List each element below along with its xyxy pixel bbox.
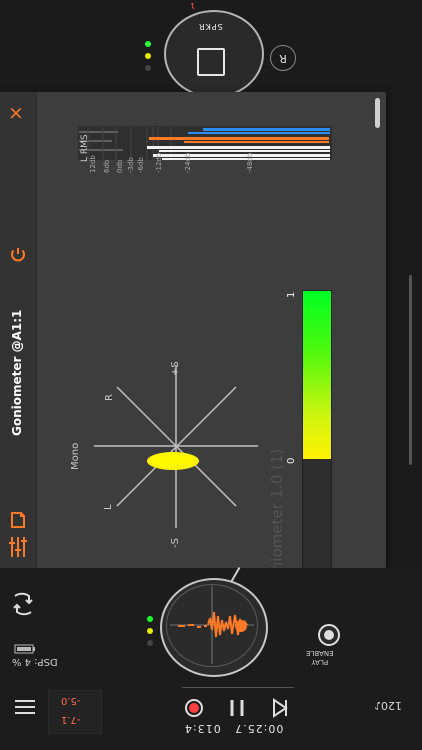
time-readout: 00:25.7 013:4	[184, 722, 284, 735]
transport-controls	[182, 696, 294, 722]
panel-side-rail: × Goniometer @A1:1	[0, 92, 37, 568]
menu-icon[interactable]	[14, 698, 36, 716]
green-led	[147, 616, 153, 622]
top-dark-led	[145, 65, 151, 71]
panel-title: Goniometer @A1:1	[10, 309, 24, 436]
goniometer-screen: ɿ SPKR R × Goniometer @A1:1 L RMS 12db 6…	[0, 0, 422, 750]
mixer-icon[interactable]	[8, 536, 28, 558]
meter-tick-4: -3db	[127, 157, 135, 173]
play-enable-control[interactable]: PLAY ENABLE	[304, 620, 348, 670]
transport-divider	[182, 687, 294, 688]
meter-tick-1: 12db	[89, 155, 97, 173]
power-icon[interactable]	[9, 246, 27, 264]
goniometer-panel: × Goniometer @A1:1 L RMS 12db 6db 0db -3…	[0, 92, 386, 630]
tempo-readout: 120♪	[374, 699, 403, 712]
meter-tick-5: -6db	[137, 157, 145, 173]
waveform-graph	[170, 586, 254, 664]
counter-top: -5.0	[61, 695, 81, 706]
dsp-status: DSP: 4 %	[12, 656, 58, 667]
right-channel-button[interactable]: R	[270, 45, 296, 71]
top-green-led	[145, 41, 151, 47]
right-label: R	[104, 394, 115, 401]
panel-scrollbar[interactable]	[375, 98, 380, 128]
meter-tick-6: -12db	[155, 152, 163, 173]
meter-tick-2: 6db	[103, 159, 111, 173]
meter-tick-8: -48db	[246, 152, 254, 173]
yellow-led	[147, 628, 153, 634]
speaker-label: SPKR	[198, 22, 223, 31]
plus-s-label: +S	[170, 361, 181, 376]
counter-bottom: -7.1	[61, 714, 81, 725]
level-meter: L RMS 12db 6db 0db -3db -6db -12db -24db…	[78, 126, 332, 212]
play-enable-button[interactable]	[318, 624, 340, 646]
battery-icon	[14, 640, 38, 654]
counter-display: -5.0 -7.1	[48, 690, 102, 734]
close-icon[interactable]: ×	[8, 104, 24, 123]
left-label: L	[103, 504, 114, 510]
minus-s-label: -S	[170, 538, 181, 548]
page-scrollbar[interactable]	[409, 275, 412, 465]
top-yellow-led	[145, 53, 151, 59]
vertical-meter-mid-value: 0	[286, 457, 297, 464]
meter-tick-7: -24db	[184, 152, 192, 173]
document-icon[interactable]	[10, 511, 26, 529]
vertical-meter-top-value: 1	[286, 291, 297, 298]
play-enable-text: PLAY ENABLE	[306, 649, 334, 666]
dark-led	[147, 640, 153, 646]
loop-icon[interactable]	[10, 592, 36, 616]
mono-label: Mono	[70, 442, 81, 470]
speaker-icon	[197, 48, 225, 76]
top-red-text: ɿ	[190, 0, 196, 11]
vertical-level-fill	[303, 291, 331, 459]
meter-tick-3: 0db	[116, 159, 124, 173]
